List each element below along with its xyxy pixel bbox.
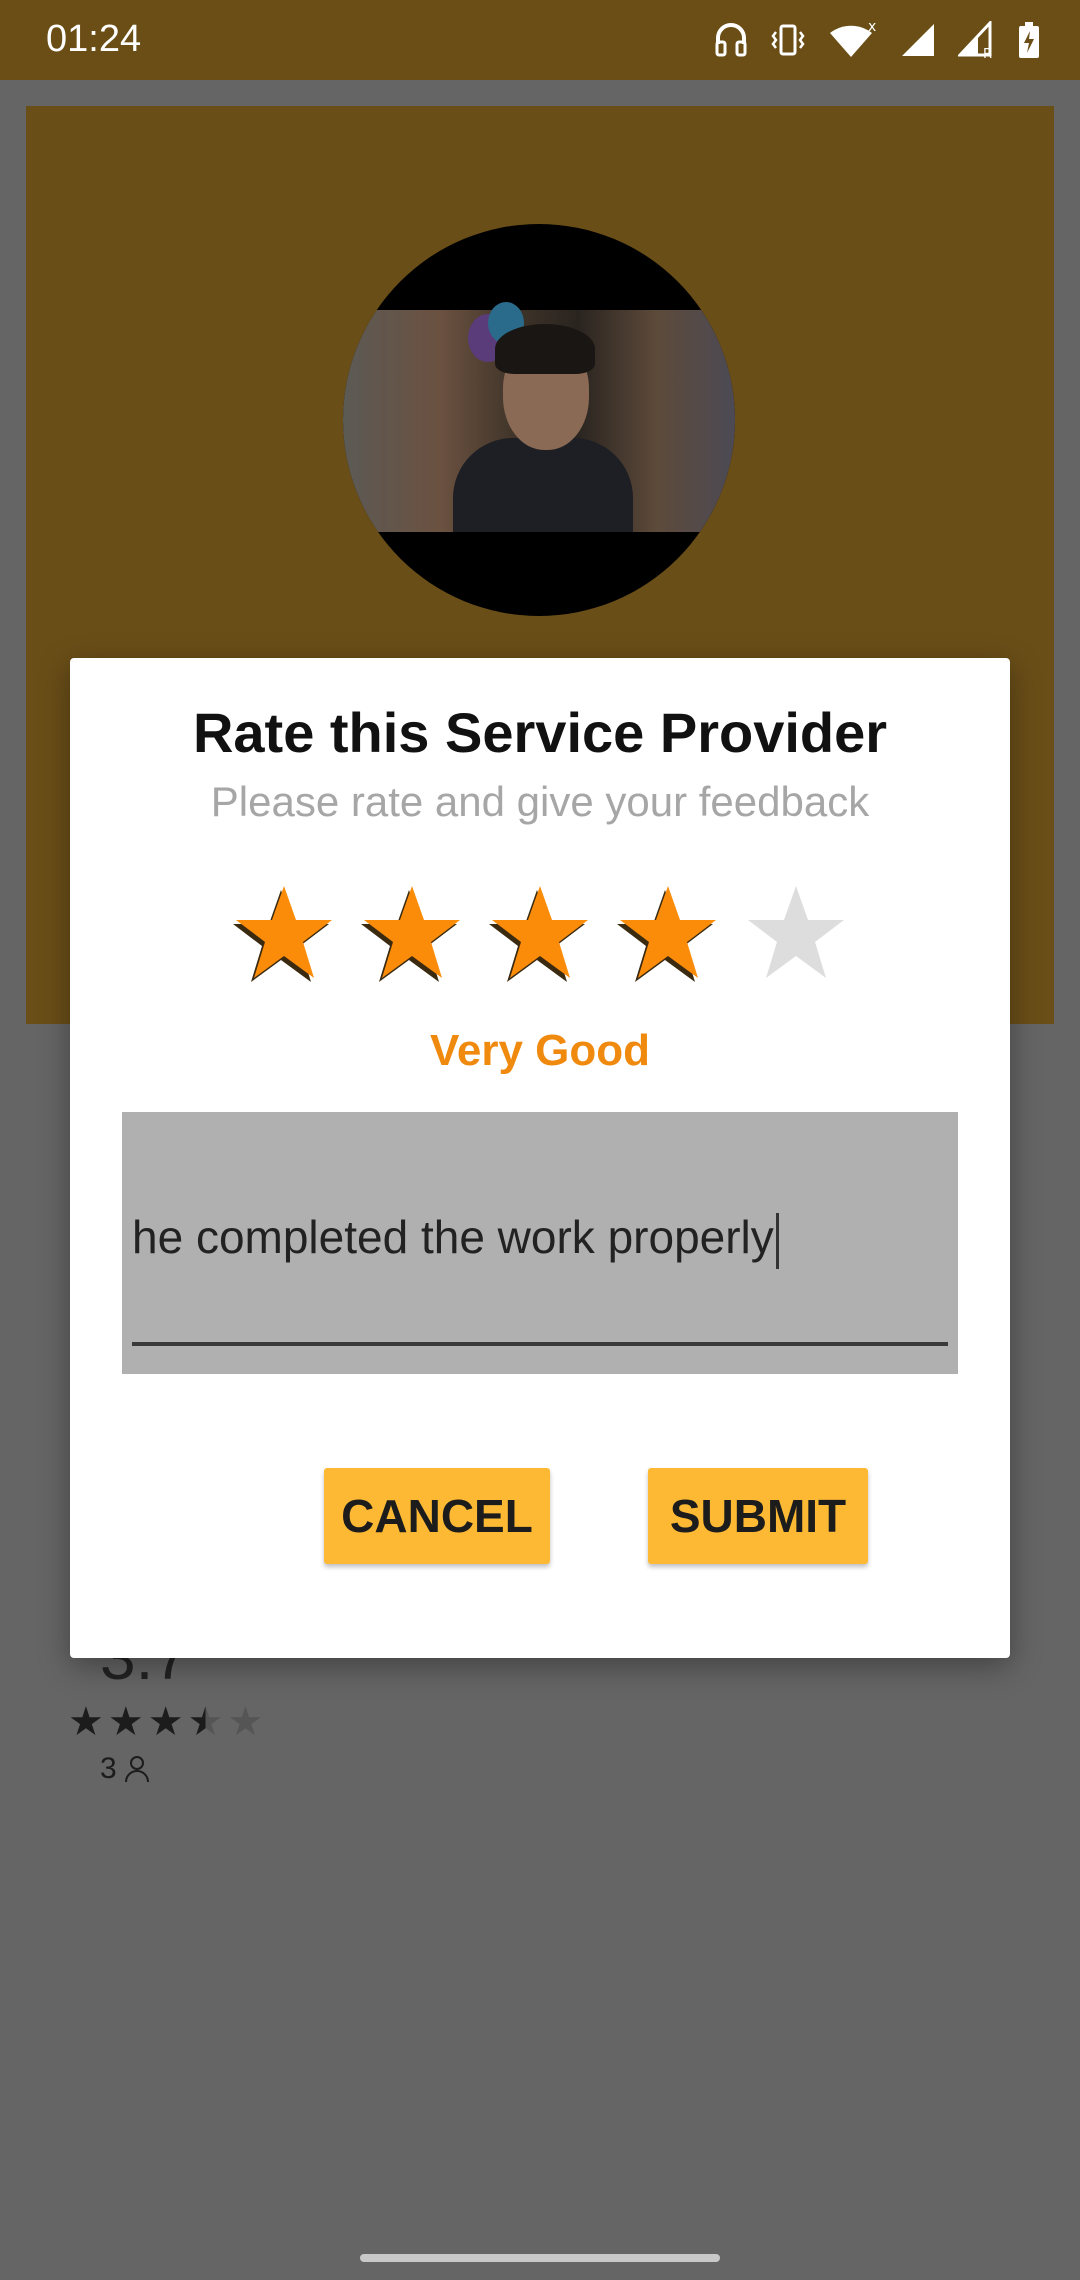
text-cursor	[775, 1212, 779, 1269]
gesture-nav-bar[interactable]	[360, 2254, 720, 2262]
submit-button[interactable]: SUBMIT	[648, 1468, 868, 1564]
rating-star-4-icon[interactable]	[614, 880, 722, 988]
battery-charging-icon	[1019, 22, 1039, 58]
dialog-title: Rate this Service Provider	[192, 701, 888, 764]
rating-star-5-icon[interactable]	[742, 880, 850, 988]
star-icon: ★	[147, 1699, 184, 1745]
feedback-underline	[132, 1342, 948, 1346]
star-half-icon: ★	[187, 1699, 224, 1745]
reviewer-count-value: 3	[100, 1752, 117, 1785]
provider-avatar	[343, 224, 735, 616]
average-rating-stars: ★ ★ ★ ★ ★	[68, 1700, 263, 1744]
reviewer-count: 3	[100, 1752, 151, 1786]
status-time: 01:24	[46, 18, 142, 60]
feedback-text[interactable]: he completed the work properly	[132, 1210, 779, 1269]
status-bar: 01:24 x R	[0, 0, 1080, 80]
headphones-icon	[715, 23, 747, 57]
status-icons: x R	[714, 20, 1040, 60]
star-icon: ★	[68, 1699, 104, 1745]
rating-stars[interactable]	[230, 880, 850, 988]
rating-star-2-icon[interactable]	[358, 880, 466, 988]
feedback-value[interactable]: he completed the work properly	[132, 1211, 774, 1263]
person-icon	[124, 1756, 149, 1783]
rating-star-3-icon[interactable]	[486, 880, 594, 988]
signal-icon	[902, 24, 934, 56]
cancel-button[interactable]: CANCEL	[324, 1468, 550, 1564]
signal-roaming-icon: R	[958, 21, 992, 59]
star-icon: ★	[227, 1699, 264, 1745]
svg-text:R: R	[983, 47, 992, 59]
svg-text:x: x	[868, 21, 876, 35]
star-icon: ★	[107, 1699, 144, 1745]
feedback-input[interactable]: he completed the work properly	[122, 1112, 958, 1374]
dialog-subtitle: Please rate and give your feedback	[210, 778, 870, 825]
vibrate-icon	[771, 24, 805, 56]
rating-dialog: Rate this Service Provider Please rate a…	[70, 658, 1010, 1658]
rating-star-1-icon[interactable]	[230, 880, 338, 988]
wifi-icon: x	[830, 21, 876, 57]
rating-label: Very Good	[429, 1026, 651, 1075]
